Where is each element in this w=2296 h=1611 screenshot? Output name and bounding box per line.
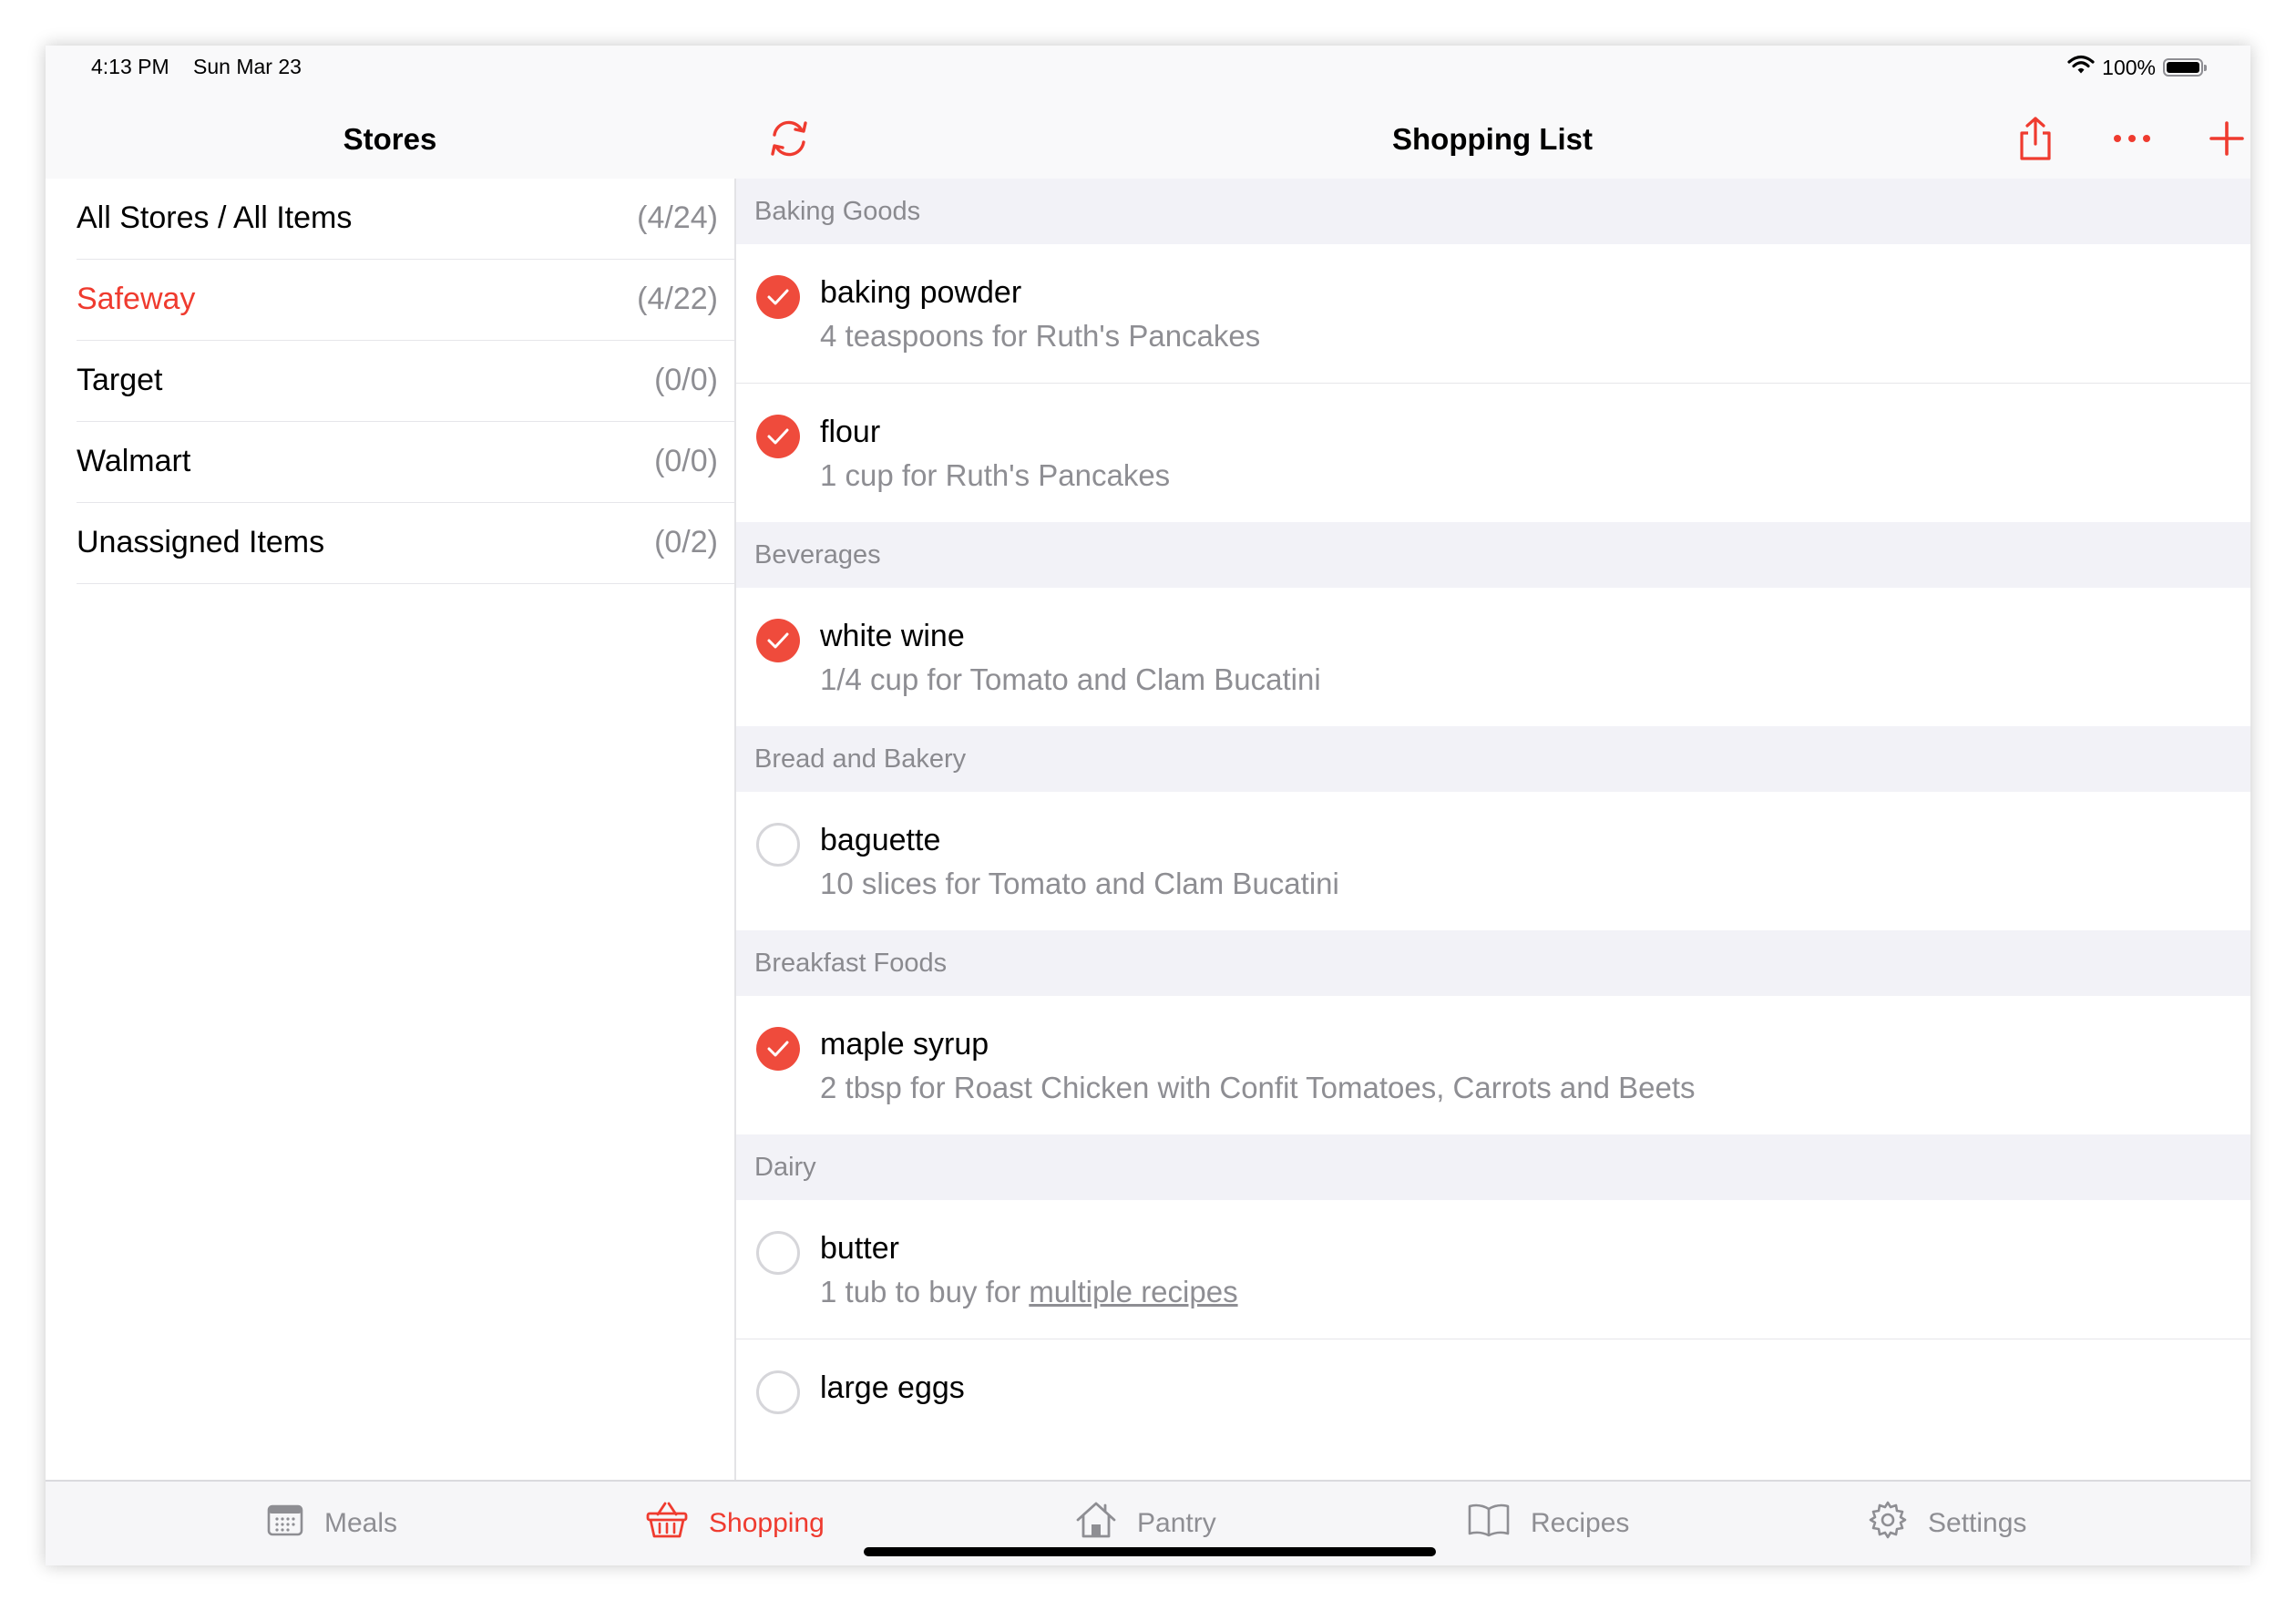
item-detail: 1/4 cup for Tomato and Clam Bucatini: [820, 662, 1321, 696]
store-row-safeway[interactable]: Safeway (4/22): [77, 260, 734, 341]
store-row-unassigned[interactable]: Unassigned Items (0/2): [77, 503, 734, 584]
store-name: Walmart: [77, 444, 191, 478]
item-detail: 2 tbsp for Roast Chicken with Confit Tom…: [820, 1071, 1696, 1104]
store-name: All Stores / All Items: [77, 200, 353, 235]
list-item[interactable]: butter 1 tub to buy for multiple recipes: [736, 1200, 2250, 1339]
list-item[interactable]: baguette 10 slices for Tomato and Clam B…: [736, 792, 2250, 930]
share-button[interactable]: [2008, 113, 2063, 168]
status-date: Sun Mar 23: [193, 55, 302, 78]
item-detail: 1 tub to buy for multiple recipes: [820, 1275, 1238, 1309]
basket-icon: [645, 1500, 689, 1547]
ipad-screen: 4:13 PM Sun Mar 23 100% Stores Shopping …: [46, 46, 2250, 1565]
stores-sidebar: All Stores / All Items (4/24) Safeway (4…: [46, 179, 734, 584]
plus-icon: [2209, 120, 2245, 161]
item-detail: 1 cup for Ruth's Pancakes: [820, 458, 1171, 492]
home-indicator: [864, 1547, 1436, 1556]
tab-label: Meals: [324, 1508, 398, 1538]
item-name: flour: [820, 415, 881, 449]
list-item[interactable]: white wine 1/4 cup for Tomato and Clam B…: [736, 588, 2250, 726]
multiple-recipes-link[interactable]: multiple recipes: [1029, 1275, 1237, 1308]
item-name: baguette: [820, 823, 941, 857]
item-name: large eggs: [820, 1370, 965, 1405]
gear-icon: [1868, 1500, 1908, 1547]
item-name: maple syrup: [820, 1027, 989, 1062]
tab-recipes[interactable]: Recipes: [1467, 1502, 1629, 1545]
book-icon: [1467, 1502, 1511, 1545]
empty-circle-icon[interactable]: [756, 1231, 800, 1275]
store-name: Safeway: [77, 282, 196, 316]
tab-label: Pantry: [1137, 1508, 1216, 1538]
section-header: Beverages: [736, 522, 2250, 588]
store-count: (4/24): [637, 200, 718, 235]
item-name: butter: [820, 1231, 899, 1266]
shopping-nav-bar: Shopping List: [734, 100, 2250, 179]
list-item[interactable]: flour 1 cup for Ruth's Pancakes: [736, 384, 2250, 522]
store-count: (0/0): [654, 444, 718, 478]
store-count: (0/0): [654, 363, 718, 397]
tab-label: Settings: [1928, 1508, 2027, 1538]
tab-label: Recipes: [1531, 1508, 1630, 1538]
section-header: Bread and Bakery: [736, 726, 2250, 792]
status-right: 100%: [2067, 55, 2207, 80]
list-item[interactable]: baking powder 4 teaspoons for Ruth's Pan…: [736, 244, 2250, 384]
checkmark-circle-icon[interactable]: [756, 275, 800, 319]
status-bar: 4:13 PM Sun Mar 23 100%: [46, 46, 2250, 100]
item-detail-prefix: 1 tub to buy for: [820, 1275, 1030, 1308]
item-detail: 4 teaspoons for Ruth's Pancakes: [820, 319, 1261, 353]
store-count: (4/22): [637, 282, 718, 316]
tab-settings[interactable]: Settings: [1868, 1500, 2027, 1547]
stores-title: Stores: [343, 122, 437, 156]
empty-circle-icon[interactable]: [756, 823, 800, 867]
item-name: white wine: [820, 619, 965, 653]
wifi-icon: [2067, 55, 2095, 80]
battery-icon: [2163, 58, 2207, 77]
store-count: (0/2): [654, 525, 718, 559]
store-row-all[interactable]: All Stores / All Items (4/24): [77, 179, 734, 260]
store-name: Unassigned Items: [77, 525, 325, 559]
calendar-icon: [266, 1503, 304, 1544]
add-item-button[interactable]: [2199, 113, 2250, 168]
tab-meals[interactable]: Meals: [266, 1502, 397, 1545]
list-item[interactable]: maple syrup 2 tbsp for Roast Chicken wit…: [736, 996, 2250, 1134]
more-button[interactable]: [2105, 113, 2159, 168]
item-name: baking powder: [820, 275, 1022, 310]
share-icon: [2015, 115, 2055, 167]
section-header: Dairy: [736, 1134, 2250, 1200]
checkmark-circle-icon[interactable]: [756, 1027, 800, 1071]
status-time: 4:13 PM: [91, 55, 169, 78]
section-header: Breakfast Foods: [736, 930, 2250, 996]
shopping-list: Baking Goods baking powder 4 teaspoons f…: [736, 179, 2250, 1480]
ellipsis-icon: [2112, 132, 2152, 149]
section-header: Baking Goods: [736, 179, 2250, 244]
item-detail: 10 slices for Tomato and Clam Bucatini: [820, 867, 1339, 900]
stores-nav-bar: Stores: [46, 100, 734, 179]
store-name: Target: [77, 363, 163, 397]
checkmark-circle-icon[interactable]: [756, 619, 800, 662]
tab-pantry[interactable]: Pantry: [1075, 1502, 1216, 1545]
list-item[interactable]: large eggs: [736, 1339, 2250, 1478]
house-icon: [1075, 1500, 1117, 1547]
empty-circle-icon[interactable]: [756, 1370, 800, 1414]
checkmark-circle-icon[interactable]: [756, 415, 800, 458]
tab-label: Shopping: [709, 1508, 825, 1538]
store-row-walmart[interactable]: Walmart (0/0): [77, 422, 734, 503]
store-row-target[interactable]: Target (0/0): [77, 341, 734, 422]
battery-percent: 100%: [2102, 55, 2156, 79]
tab-shopping[interactable]: Shopping: [645, 1502, 825, 1545]
